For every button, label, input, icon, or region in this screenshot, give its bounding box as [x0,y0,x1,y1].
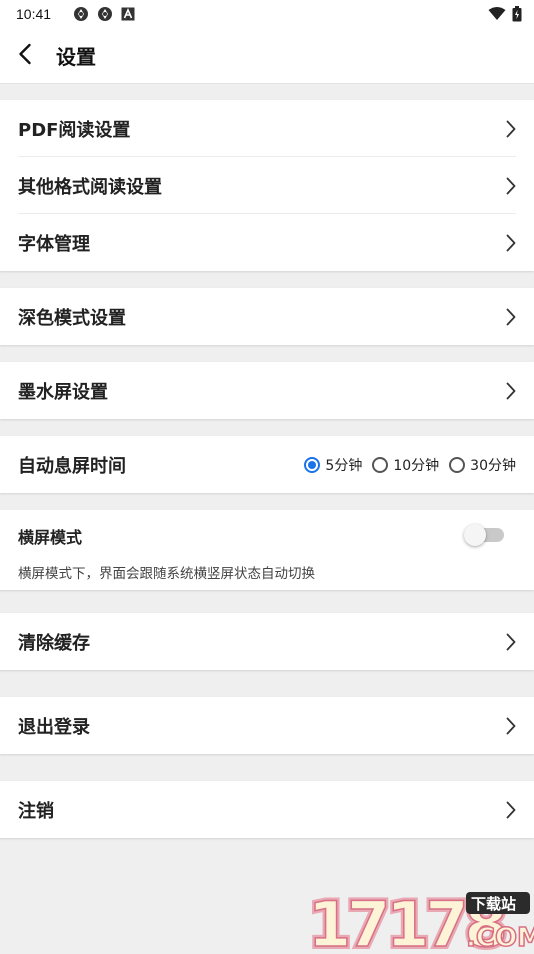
svg-text:.COM: .COM [466,923,534,950]
row-label: PDF阅读设置 [18,119,131,141]
row-label: 清除缓存 [18,632,90,654]
radio-checked-icon [304,456,321,473]
landscape-mode-description: 横屏模式下，界面会跟随系统横竖屏状态自动切换 [18,566,315,582]
row-label: 自动息屏时间 [18,455,126,477]
radio-option-30min[interactable]: 30分钟 [449,455,516,475]
radio-option-10min[interactable]: 10分钟 [372,455,439,475]
status-time: 10:41 [16,6,52,22]
screen-off-group: 自动息屏时间 5分钟 10分钟 30分钟 [0,436,534,493]
dark-mode-settings-item[interactable]: 深色模式设置 [0,288,534,345]
row-label: 字体管理 [18,233,90,255]
landscape-mode-title: 横屏模式 [18,528,83,547]
landscape-mode-row: 横屏模式 横屏模式下，界面会跟随系统横竖屏状态自动切换 [0,510,534,590]
radio-unchecked-icon [372,456,389,473]
battery-icon [512,6,522,22]
toggle-knob [464,524,486,546]
font-management-item[interactable]: 字体管理 [0,214,534,271]
logout-group: 退出登录 [0,697,534,754]
screen-off-radio-group: 5分钟 10分钟 30分钟 [304,455,516,475]
radio-label: 30分钟 [470,457,516,474]
row-label: 退出登录 [18,716,90,738]
wifi-icon [488,7,506,21]
chevron-right-icon [506,717,516,735]
cancel-account-group: 注销 [0,781,534,838]
reading-settings-group: PDF阅读设置 其他格式阅读设置 字体管理 [0,100,534,271]
logout-item[interactable]: 退出登录 [0,697,534,754]
text-a-icon [121,7,135,21]
radio-label: 10分钟 [393,457,440,474]
dark-mode-group: 深色模式设置 [0,288,534,345]
back-button[interactable] [0,28,50,84]
radio-label: 5分钟 [325,457,363,474]
clear-cache-group: 清除缓存 [0,613,534,670]
chevron-right-icon [506,120,516,138]
chevron-right-icon [506,382,516,400]
row-label: 墨水屏设置 [18,381,108,403]
eink-settings-item[interactable]: 墨水屏设置 [0,362,534,419]
row-label: 注销 [18,800,54,822]
chevron-right-icon [506,234,516,252]
page-title: 设置 [56,45,96,69]
chevron-right-icon [506,633,516,651]
landscape-mode-toggle[interactable] [464,524,504,546]
cancel-account-item[interactable]: 注销 [0,781,534,838]
sync-icon [97,6,113,22]
chevron-right-icon [506,801,516,819]
status-right [488,6,522,22]
chevron-right-icon [506,177,516,195]
sync-icon [73,6,89,22]
radio-unchecked-icon [449,456,466,473]
status-bar: 10:41 [0,0,534,28]
app-bar: 设置 [0,28,534,84]
clear-cache-item[interactable]: 清除缓存 [0,613,534,670]
status-left: 10:41 [16,6,135,22]
other-format-reading-settings-item[interactable]: 其他格式阅读设置 [0,157,534,214]
row-label: 深色模式设置 [18,307,126,329]
pdf-reading-settings-item[interactable]: PDF阅读设置 [0,100,534,157]
landscape-group: 横屏模式 横屏模式下，界面会跟随系统横竖屏状态自动切换 [0,510,534,590]
watermark-logo: 17178 17178 下载站 .COM [305,884,534,954]
svg-text:下载站: 下载站 [471,895,516,913]
chevron-right-icon [506,308,516,326]
back-arrow-icon [18,43,32,69]
row-label: 其他格式阅读设置 [18,176,162,198]
screen-off-time-row: 自动息屏时间 5分钟 10分钟 30分钟 [0,436,534,493]
eink-group: 墨水屏设置 [0,362,534,419]
radio-option-5min[interactable]: 5分钟 [304,455,362,475]
